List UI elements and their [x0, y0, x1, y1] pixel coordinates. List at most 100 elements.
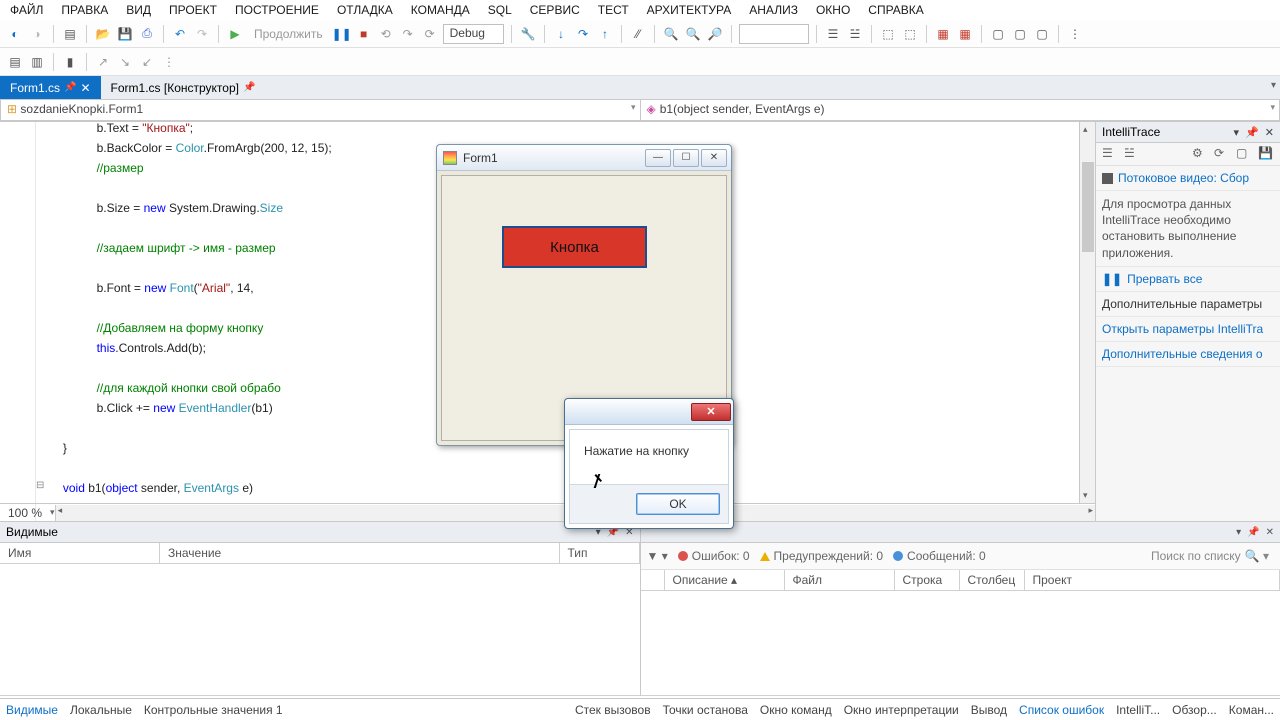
- vertical-scrollbar[interactable]: [1079, 122, 1095, 503]
- find2-icon[interactable]: 🔍: [684, 25, 702, 43]
- tb2-icon-2[interactable]: ▥: [28, 53, 46, 71]
- nav-fwd-icon[interactable]: ◑: [28, 25, 46, 43]
- close-tab-icon[interactable]: ✕: [80, 81, 90, 95]
- rp-link-params[interactable]: Открыть параметры IntelliTra: [1096, 317, 1280, 342]
- tb2-overflow-icon[interactable]: ⋮: [160, 53, 178, 71]
- rp-break-row[interactable]: ❚❚Прервать все: [1096, 267, 1280, 292]
- panel-pin-icon[interactable]: 📌: [1245, 126, 1259, 139]
- stop-icon[interactable]: ■: [355, 25, 373, 43]
- box1-icon[interactable]: ▢: [989, 25, 1007, 43]
- close-button[interactable]: ✕: [701, 149, 727, 167]
- layout4-icon[interactable]: ⬚: [901, 25, 919, 43]
- sb-browse[interactable]: Обзор...: [1172, 703, 1217, 717]
- hex-icon[interactable]: ⁄⁄: [629, 25, 647, 43]
- pause-icon[interactable]: ❚❚: [333, 25, 351, 43]
- sb-watch1[interactable]: Контрольные значения 1: [144, 703, 283, 717]
- rp-gear-icon[interactable]: ⚙: [1192, 146, 1208, 162]
- form1-titlebar[interactable]: Form1 — ☐ ✕: [437, 145, 731, 171]
- step-icon[interactable]: ↷: [399, 25, 417, 43]
- col-line[interactable]: Строка: [895, 570, 960, 590]
- maximize-button[interactable]: ☐: [673, 149, 699, 167]
- col-proj[interactable]: Проект: [1025, 570, 1280, 590]
- grid2-icon[interactable]: ▦: [956, 25, 974, 43]
- find-icon[interactable]: 🔍: [662, 25, 680, 43]
- sb-cmd[interactable]: Коман...: [1229, 703, 1274, 717]
- watch-body[interactable]: [0, 564, 640, 696]
- col-type[interactable]: Тип: [560, 543, 640, 563]
- zoom-level[interactable]: 100 %: [0, 506, 50, 520]
- tb2-icon-6[interactable]: ↙: [138, 53, 156, 71]
- errors-toggle[interactable]: Ошибок: 0: [678, 549, 750, 563]
- find3-icon[interactable]: 🔎: [706, 25, 724, 43]
- rp-view2-icon[interactable]: ☱: [1124, 146, 1140, 162]
- rp-refresh-icon[interactable]: ⟳: [1214, 146, 1230, 162]
- col-desc[interactable]: Описание ▴: [665, 570, 785, 590]
- err-close-icon[interactable]: ✕: [1266, 527, 1274, 538]
- box2-icon[interactable]: ▢: [1011, 25, 1029, 43]
- tab-form1-designer[interactable]: Form1.cs [Конструктор] 📌: [101, 76, 266, 99]
- menu-project[interactable]: ПРОЕКТ: [169, 3, 217, 17]
- tb2-icon-1[interactable]: ▤: [6, 53, 24, 71]
- menu-file[interactable]: ФАЙЛ: [10, 3, 43, 17]
- menu-team[interactable]: КОМАНДА: [411, 3, 470, 17]
- outline-toggle-icon[interactable]: ⊟: [36, 480, 44, 491]
- config-dropdown[interactable]: Debug: [443, 24, 504, 44]
- tab-form1-cs[interactable]: Form1.cs 📌 ✕: [0, 76, 101, 99]
- menu-window[interactable]: ОКНО: [816, 3, 850, 17]
- menu-sql[interactable]: SQL: [488, 3, 512, 17]
- menu-view[interactable]: ВИД: [126, 3, 151, 17]
- errorlist-body[interactable]: [641, 591, 1280, 696]
- rp-link-more[interactable]: Дополнительные сведения о: [1096, 342, 1280, 367]
- layout2-icon[interactable]: ☱: [846, 25, 864, 43]
- messages-toggle[interactable]: Сообщений: 0: [893, 549, 986, 563]
- sb-visible[interactable]: Видимые: [6, 703, 58, 717]
- layout3-icon[interactable]: ⬚: [879, 25, 897, 43]
- rp-view1-icon[interactable]: ☰: [1102, 146, 1118, 162]
- sb-callstack[interactable]: Стек вызовов: [575, 703, 651, 717]
- restart-icon[interactable]: ⟲: [377, 25, 395, 43]
- sb-output[interactable]: Вывод: [971, 703, 1007, 717]
- redo-icon[interactable]: ↷: [193, 25, 211, 43]
- tb2-icon-3[interactable]: ▮: [61, 53, 79, 71]
- tabs-dropdown-icon[interactable]: ▾: [1271, 80, 1276, 91]
- sb-breakpoints[interactable]: Точки останова: [663, 703, 748, 717]
- sb-errorlist[interactable]: Список ошибок: [1019, 703, 1104, 717]
- messagebox-titlebar[interactable]: ✕: [565, 399, 733, 425]
- sb-intelli[interactable]: IntelliT...: [1116, 703, 1160, 717]
- sb-locals[interactable]: Локальные: [70, 703, 132, 717]
- menu-tools[interactable]: СЕРВИС: [530, 3, 580, 17]
- rp-video-row[interactable]: Потоковое видео: Сбор: [1096, 166, 1280, 191]
- overflow-icon[interactable]: ⋮: [1066, 25, 1084, 43]
- step-over-icon[interactable]: ↷: [574, 25, 592, 43]
- quick-find-input[interactable]: [739, 24, 809, 44]
- col-col[interactable]: Столбец: [960, 570, 1025, 590]
- pin-icon[interactable]: 📌: [64, 82, 76, 93]
- save-all-icon[interactable]: ⎙: [138, 25, 156, 43]
- messagebox[interactable]: ✕ Нажатие на кнопку OK: [564, 398, 734, 529]
- pin-icon[interactable]: 📌: [243, 82, 255, 93]
- col-value[interactable]: Значение: [160, 543, 560, 563]
- rp-open-icon[interactable]: ▢: [1236, 146, 1252, 162]
- minimize-button[interactable]: —: [645, 149, 671, 167]
- new-file-icon[interactable]: ▤: [61, 25, 79, 43]
- menu-help[interactable]: СПРАВКА: [868, 3, 924, 17]
- layout1-icon[interactable]: ☰: [824, 25, 842, 43]
- menu-edit[interactable]: ПРАВКА: [61, 3, 108, 17]
- knopka-button[interactable]: Кнопка: [502, 226, 647, 268]
- warnings-toggle[interactable]: Предупреждений: 0: [760, 549, 884, 563]
- member-dropdown[interactable]: ◈b1(object sender, EventArgs e): [641, 100, 1280, 121]
- nav-back-icon[interactable]: ◐: [6, 25, 24, 43]
- messagebox-ok-button[interactable]: OK: [636, 493, 720, 515]
- col-file[interactable]: Файл: [785, 570, 895, 590]
- err-dropdown-icon[interactable]: ▾: [1236, 527, 1241, 538]
- err-pin-icon[interactable]: 📌: [1247, 527, 1259, 538]
- menu-test[interactable]: ТЕСТ: [598, 3, 629, 17]
- continue-button[interactable]: Продолжить: [248, 27, 329, 41]
- errorlist-search[interactable]: Поиск по списку 🔍 ▾: [1146, 546, 1274, 566]
- sb-command[interactable]: Окно команд: [760, 703, 832, 717]
- save-icon[interactable]: 💾: [116, 25, 134, 43]
- undo-icon[interactable]: ↶: [171, 25, 189, 43]
- open-icon[interactable]: 📂: [94, 25, 112, 43]
- col-name[interactable]: Имя: [0, 543, 160, 563]
- tb2-icon-4[interactable]: ↗: [94, 53, 112, 71]
